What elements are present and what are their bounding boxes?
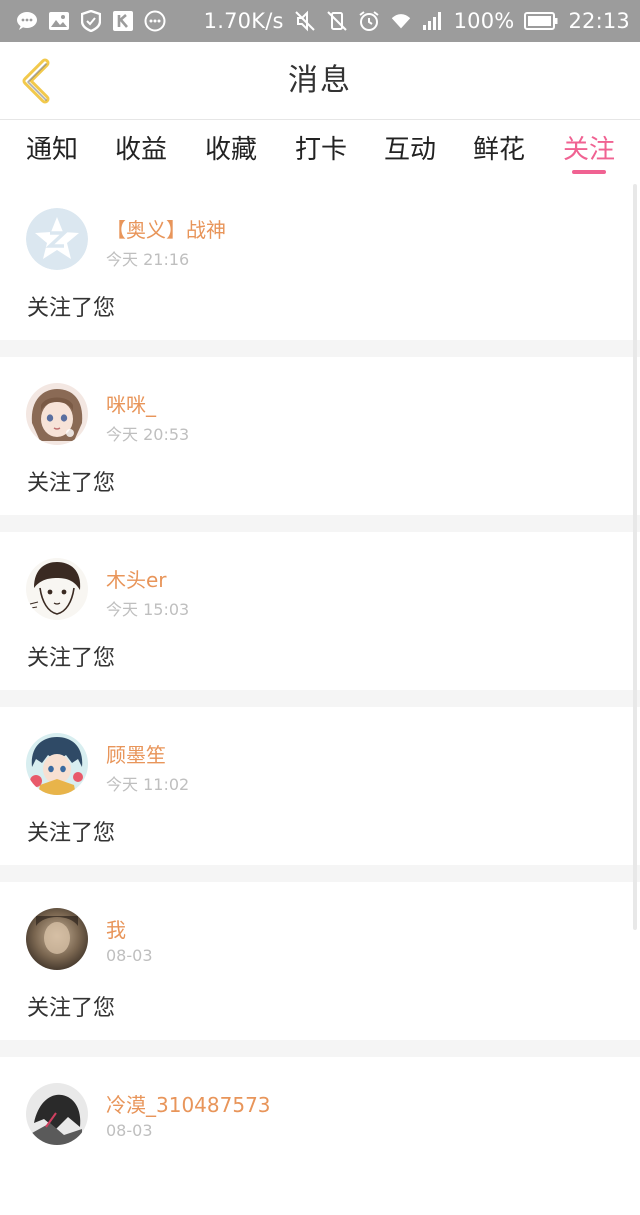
image-icon	[48, 10, 70, 32]
app-header: 消息	[0, 42, 640, 120]
list-item[interactable]: 我 08-03 关注了您	[0, 882, 640, 1040]
list-item[interactable]: 木头er 今天 15:03 关注了您	[0, 532, 640, 690]
list-item[interactable]: 咪咪_ 今天 20:53 关注了您	[0, 357, 640, 515]
list-item[interactable]: 顾墨笙 今天 11:02 关注了您	[0, 707, 640, 865]
tab-earnings[interactable]: 收益	[115, 130, 167, 170]
timestamp: 今天 20:53	[106, 425, 190, 444]
mute-icon	[294, 10, 316, 32]
clock: 22:13	[568, 9, 630, 33]
message-text: 关注了您	[27, 296, 116, 321]
username[interactable]: 冷漠_310487573	[106, 1089, 271, 1118]
timestamp: 今天 11:02	[106, 775, 190, 794]
tab-interaction[interactable]: 互动	[384, 130, 436, 170]
k-app-icon	[112, 10, 134, 32]
tab-checkin[interactable]: 打卡	[295, 130, 347, 170]
username[interactable]: 我	[106, 914, 126, 943]
tab-bar: 通知 收益 收藏 打卡 互动 鲜花 关注	[0, 120, 640, 182]
avatar[interactable]	[26, 1083, 88, 1145]
photo-avatar-icon	[26, 908, 88, 970]
anime-boy-avatar-icon	[26, 733, 88, 795]
network-speed: 1.70K/s	[203, 9, 284, 33]
list-item[interactable]: 【奥义】战神 今天 21:16 关注了您	[0, 182, 640, 340]
avatar[interactable]	[26, 908, 88, 970]
avatar[interactable]	[26, 383, 88, 445]
avatar[interactable]	[26, 733, 88, 795]
message-text: 关注了您	[27, 471, 116, 496]
page-title: 消息	[288, 63, 352, 98]
monochrome-avatar-icon	[26, 1083, 88, 1145]
username[interactable]: 顾墨笙	[106, 739, 166, 768]
tab-notify[interactable]: 通知	[26, 130, 78, 170]
list-item[interactable]: 冷漠_310487573 08-03	[0, 1057, 640, 1215]
avatar[interactable]	[26, 208, 88, 270]
timestamp: 08-03	[106, 1121, 153, 1140]
more-dots-icon	[144, 10, 166, 32]
username[interactable]: 【奥义】战神	[106, 214, 226, 243]
timestamp: 今天 21:16	[106, 250, 190, 269]
shield-icon	[80, 10, 102, 32]
timestamp: 08-03	[106, 946, 153, 965]
message-text: 关注了您	[27, 646, 116, 671]
scrollbar[interactable]	[633, 184, 637, 930]
username[interactable]: 木头er	[106, 564, 167, 593]
anime-girl-avatar-icon	[26, 383, 88, 445]
alarm-icon	[358, 10, 380, 32]
avatar[interactable]	[26, 558, 88, 620]
vibrate-off-icon	[326, 10, 348, 32]
battery-percent: 100%	[453, 9, 515, 33]
battery-icon	[524, 10, 558, 32]
default-avatar-icon	[26, 208, 88, 270]
username[interactable]: 咪咪_	[106, 389, 156, 418]
tab-follow[interactable]: 关注	[563, 130, 615, 170]
active-tab-indicator	[572, 170, 606, 174]
tab-favorites[interactable]: 收藏	[205, 130, 257, 170]
tab-flowers[interactable]: 鲜花	[473, 130, 525, 170]
signal-icon	[422, 10, 444, 32]
sketch-avatar-icon	[26, 558, 88, 620]
wifi-icon	[390, 10, 412, 32]
status-bar: 1.70K/s 100% 22:13	[0, 0, 640, 42]
message-text: 关注了您	[27, 821, 116, 846]
timestamp: 今天 15:03	[106, 600, 190, 619]
message-text: 关注了您	[27, 996, 116, 1021]
chat-bubble-icon	[16, 10, 38, 32]
